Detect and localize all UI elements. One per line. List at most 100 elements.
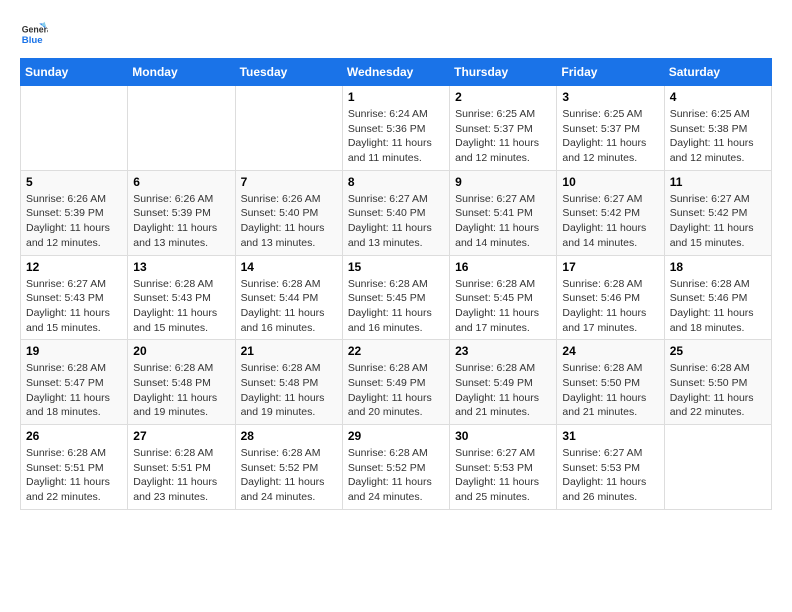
calendar-cell: 28 Sunrise: 6:28 AM Sunset: 5:52 PM Dayli… [235, 425, 342, 510]
calendar-cell: 25 Sunrise: 6:28 AM Sunset: 5:50 PM Dayli… [664, 340, 771, 425]
day-info: Sunrise: 6:28 AM Sunset: 5:48 PM Dayligh… [133, 361, 229, 420]
calendar-cell: 23 Sunrise: 6:28 AM Sunset: 5:49 PM Dayli… [450, 340, 557, 425]
calendar-week-row: 12 Sunrise: 6:27 AM Sunset: 5:43 PM Dayli… [21, 255, 772, 340]
day-number: 30 [455, 429, 551, 443]
day-number: 24 [562, 344, 658, 358]
calendar-cell: 9Sunrise: 6:27 AM Sunset: 5:41 PM Daylig… [450, 170, 557, 255]
day-number: 29 [348, 429, 444, 443]
calendar-week-row: 1 Sunrise: 6:24 AM Sunset: 5:36 PM Daylig… [21, 86, 772, 171]
day-number: 16 [455, 260, 551, 274]
day-number: 6 [133, 175, 229, 189]
weekday-header-sunday: Sunday [21, 59, 128, 86]
calendar-week-row: 19 Sunrise: 6:28 AM Sunset: 5:47 PM Dayli… [21, 340, 772, 425]
day-number: 5 [26, 175, 122, 189]
day-number: 14 [241, 260, 337, 274]
svg-text:Blue: Blue [22, 35, 43, 46]
day-info: Sunrise: 6:28 AM Sunset: 5:46 PM Dayligh… [562, 277, 658, 336]
day-info: Sunrise: 6:28 AM Sunset: 5:51 PM Dayligh… [26, 446, 122, 505]
calendar-cell: 26 Sunrise: 6:28 AM Sunset: 5:51 PM Dayli… [21, 425, 128, 510]
day-info: Sunrise: 6:28 AM Sunset: 5:50 PM Dayligh… [670, 361, 766, 420]
logo-icon: General Blue [20, 20, 48, 48]
calendar-cell: 5 Sunrise: 6:26 AM Sunset: 5:39 PM Daylig… [21, 170, 128, 255]
calendar-cell: 18 Sunrise: 6:28 AM Sunset: 5:46 PM Dayli… [664, 255, 771, 340]
page-header: General Blue [20, 20, 772, 48]
calendar-cell: 19 Sunrise: 6:28 AM Sunset: 5:47 PM Dayli… [21, 340, 128, 425]
calendar-cell: 16 Sunrise: 6:28 AM Sunset: 5:45 PM Dayli… [450, 255, 557, 340]
day-number: 12 [26, 260, 122, 274]
day-info: Sunrise: 6:28 AM Sunset: 5:44 PM Dayligh… [241, 277, 337, 336]
weekday-header-monday: Monday [128, 59, 235, 86]
calendar-cell: 29 Sunrise: 6:28 AM Sunset: 5:52 PM Dayli… [342, 425, 449, 510]
day-info: Sunrise: 6:26 AM Sunset: 5:40 PM Dayligh… [241, 192, 337, 251]
calendar-week-row: 5 Sunrise: 6:26 AM Sunset: 5:39 PM Daylig… [21, 170, 772, 255]
day-info: Sunrise: 6:28 AM Sunset: 5:45 PM Dayligh… [455, 277, 551, 336]
day-number: 17 [562, 260, 658, 274]
weekday-header-tuesday: Tuesday [235, 59, 342, 86]
day-number: 19 [26, 344, 122, 358]
day-info: Sunrise: 6:25 AM Sunset: 5:37 PM Dayligh… [455, 107, 551, 166]
calendar-table: SundayMondayTuesdayWednesdayThursdayFrid… [20, 58, 772, 510]
day-info: Sunrise: 6:28 AM Sunset: 5:52 PM Dayligh… [241, 446, 337, 505]
calendar-cell: 14 Sunrise: 6:28 AM Sunset: 5:44 PM Dayli… [235, 255, 342, 340]
day-info: Sunrise: 6:28 AM Sunset: 5:46 PM Dayligh… [670, 277, 766, 336]
day-number: 1 [348, 90, 444, 104]
day-info: Sunrise: 6:26 AM Sunset: 5:39 PM Dayligh… [26, 192, 122, 251]
calendar-cell: 15 Sunrise: 6:28 AM Sunset: 5:45 PM Dayli… [342, 255, 449, 340]
day-info: Sunrise: 6:25 AM Sunset: 5:38 PM Dayligh… [670, 107, 766, 166]
day-number: 26 [26, 429, 122, 443]
day-number: 13 [133, 260, 229, 274]
calendar-week-row: 26 Sunrise: 6:28 AM Sunset: 5:51 PM Dayli… [21, 425, 772, 510]
day-number: 23 [455, 344, 551, 358]
day-number: 21 [241, 344, 337, 358]
weekday-header-friday: Friday [557, 59, 664, 86]
day-info: Sunrise: 6:28 AM Sunset: 5:50 PM Dayligh… [562, 361, 658, 420]
day-number: 20 [133, 344, 229, 358]
day-number: 2 [455, 90, 551, 104]
day-number: 11 [670, 175, 766, 189]
logo: General Blue [20, 20, 52, 48]
day-info: Sunrise: 6:27 AM Sunset: 5:42 PM Dayligh… [562, 192, 658, 251]
calendar-cell: 10 Sunrise: 6:27 AM Sunset: 5:42 PM Dayli… [557, 170, 664, 255]
day-number: 25 [670, 344, 766, 358]
day-info: Sunrise: 6:28 AM Sunset: 5:49 PM Dayligh… [455, 361, 551, 420]
day-info: Sunrise: 6:27 AM Sunset: 5:53 PM Dayligh… [455, 446, 551, 505]
calendar-cell: 24 Sunrise: 6:28 AM Sunset: 5:50 PM Dayli… [557, 340, 664, 425]
weekday-header-saturday: Saturday [664, 59, 771, 86]
day-number: 18 [670, 260, 766, 274]
day-number: 4 [670, 90, 766, 104]
day-number: 15 [348, 260, 444, 274]
day-info: Sunrise: 6:27 AM Sunset: 5:41 PM Dayligh… [455, 192, 551, 251]
calendar-cell: 6Sunrise: 6:26 AM Sunset: 5:39 PM Daylig… [128, 170, 235, 255]
day-number: 22 [348, 344, 444, 358]
day-number: 27 [133, 429, 229, 443]
day-info: Sunrise: 6:28 AM Sunset: 5:47 PM Dayligh… [26, 361, 122, 420]
day-info: Sunrise: 6:28 AM Sunset: 5:49 PM Dayligh… [348, 361, 444, 420]
calendar-cell: 12 Sunrise: 6:27 AM Sunset: 5:43 PM Dayli… [21, 255, 128, 340]
calendar-cell: 13 Sunrise: 6:28 AM Sunset: 5:43 PM Dayli… [128, 255, 235, 340]
calendar-cell [128, 86, 235, 171]
day-info: Sunrise: 6:27 AM Sunset: 5:42 PM Dayligh… [670, 192, 766, 251]
day-number: 8 [348, 175, 444, 189]
calendar-cell: 7 Sunrise: 6:26 AM Sunset: 5:40 PM Daylig… [235, 170, 342, 255]
day-info: Sunrise: 6:28 AM Sunset: 5:52 PM Dayligh… [348, 446, 444, 505]
day-info: Sunrise: 6:28 AM Sunset: 5:43 PM Dayligh… [133, 277, 229, 336]
day-info: Sunrise: 6:27 AM Sunset: 5:43 PM Dayligh… [26, 277, 122, 336]
calendar-cell: 22 Sunrise: 6:28 AM Sunset: 5:49 PM Dayli… [342, 340, 449, 425]
weekday-header-row: SundayMondayTuesdayWednesdayThursdayFrid… [21, 59, 772, 86]
day-info: Sunrise: 6:25 AM Sunset: 5:37 PM Dayligh… [562, 107, 658, 166]
calendar-cell: 8Sunrise: 6:27 AM Sunset: 5:40 PM Daylig… [342, 170, 449, 255]
day-info: Sunrise: 6:28 AM Sunset: 5:51 PM Dayligh… [133, 446, 229, 505]
calendar-cell: 21Sunrise: 6:28 AM Sunset: 5:48 PM Dayli… [235, 340, 342, 425]
day-number: 10 [562, 175, 658, 189]
calendar-cell: 30 Sunrise: 6:27 AM Sunset: 5:53 PM Dayli… [450, 425, 557, 510]
calendar-cell [235, 86, 342, 171]
day-info: Sunrise: 6:28 AM Sunset: 5:45 PM Dayligh… [348, 277, 444, 336]
day-number: 3 [562, 90, 658, 104]
calendar-cell: 31Sunrise: 6:27 AM Sunset: 5:53 PM Dayli… [557, 425, 664, 510]
calendar-cell: 2 Sunrise: 6:25 AM Sunset: 5:37 PM Daylig… [450, 86, 557, 171]
day-info: Sunrise: 6:24 AM Sunset: 5:36 PM Dayligh… [348, 107, 444, 166]
weekday-header-wednesday: Wednesday [342, 59, 449, 86]
calendar-cell: 1 Sunrise: 6:24 AM Sunset: 5:36 PM Daylig… [342, 86, 449, 171]
day-number: 28 [241, 429, 337, 443]
day-number: 7 [241, 175, 337, 189]
